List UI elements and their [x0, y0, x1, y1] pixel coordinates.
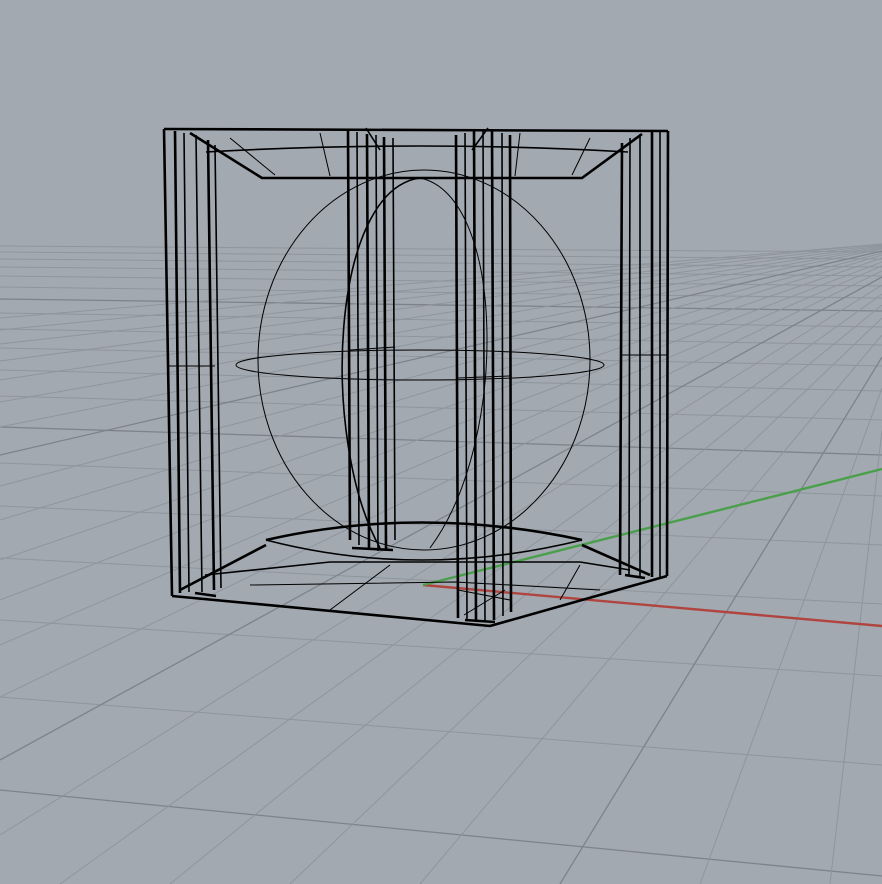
construction-grid	[0, 243, 882, 884]
perspective-viewport[interactable]	[0, 0, 882, 884]
viewport-canvas[interactable]	[0, 0, 882, 884]
x-axis-line	[422, 583, 882, 628]
box-frame-object[interactable]	[162, 127, 670, 628]
center-column-object[interactable]	[346, 127, 513, 623]
grid-horizontal-lines	[0, 245, 882, 877]
grid-depth-lines	[0, 243, 882, 884]
